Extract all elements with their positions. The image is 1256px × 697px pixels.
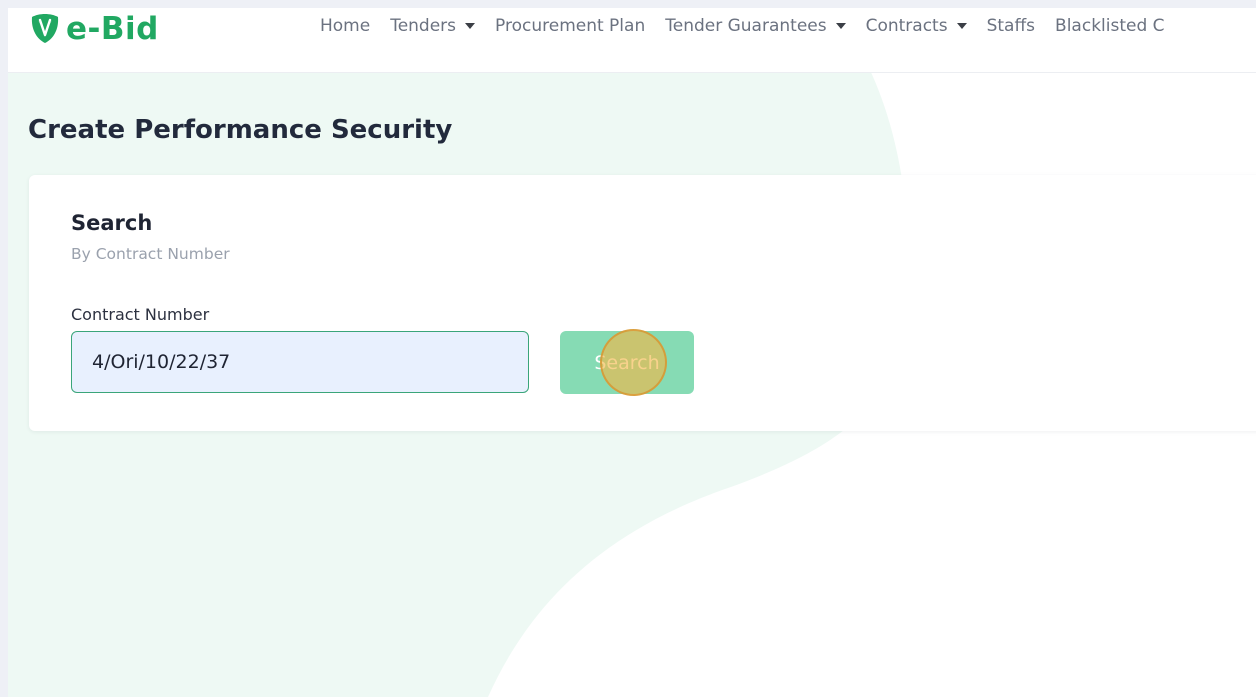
caret-down-icon	[956, 23, 967, 29]
caret-down-icon	[465, 23, 476, 29]
card-title: Search	[71, 211, 153, 235]
caret-down-icon	[835, 23, 846, 29]
nav-item-staffs[interactable]: Staffs	[987, 16, 1035, 36]
brand-name: e-Bid	[66, 11, 159, 47]
nav-item-label: Blacklisted C	[1055, 16, 1165, 36]
top-navbar: e-Bid Home Tenders Procurement Plan Tend…	[8, 8, 1256, 73]
nav-item-contracts[interactable]: Contracts	[866, 16, 967, 36]
app-window: e-Bid Home Tenders Procurement Plan Tend…	[8, 8, 1256, 697]
nav-item-label: Tenders	[390, 16, 457, 36]
shield-leaf-icon	[31, 14, 59, 43]
nav-item-home[interactable]: Home	[320, 16, 370, 36]
nav-item-label: Home	[320, 16, 371, 36]
search-button[interactable]: Search	[560, 331, 694, 394]
brand-logo[interactable]: e-Bid	[28, 8, 159, 50]
nav-item-tenders[interactable]: Tenders	[390, 16, 476, 36]
nav-item-tender-guarantees[interactable]: Tender Guarantees	[665, 16, 846, 36]
nav-item-label: Contracts	[865, 16, 948, 36]
nav-item-blacklisted[interactable]: Blacklisted C	[1055, 16, 1165, 36]
nav-item-label: Tender Guarantees	[665, 16, 827, 36]
card-subtitle: By Contract Number	[71, 245, 230, 263]
search-card: Search By Contract Number Contract Numbe…	[29, 175, 1256, 431]
nav-item-procurement-plan[interactable]: Procurement Plan	[495, 16, 645, 36]
contract-number-input[interactable]	[71, 331, 529, 393]
page-title: Create Performance Security	[28, 115, 453, 145]
contract-number-label: Contract Number	[71, 305, 210, 324]
nav-item-label: Procurement Plan	[495, 16, 646, 36]
nav-item-label: Staffs	[986, 16, 1036, 36]
main-nav: Home Tenders Procurement Plan Tender Gua…	[320, 16, 1185, 36]
